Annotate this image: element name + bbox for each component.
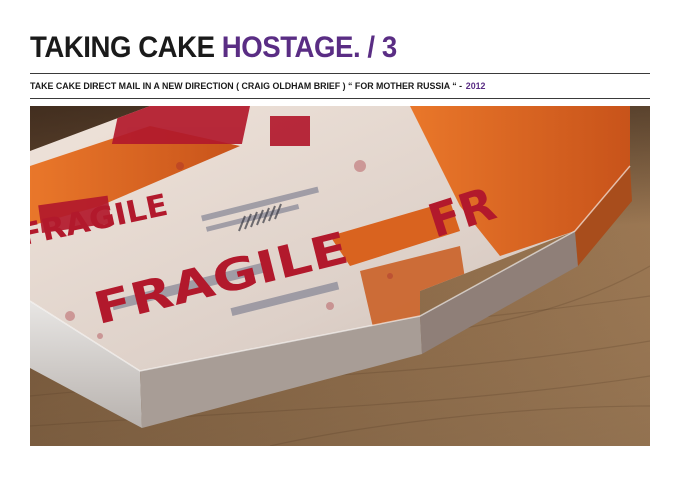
project-photo: FRAGILE FRAGILE FR (30, 106, 650, 446)
page-title: TAKING CAKE HOSTAGE. / 3 (30, 28, 397, 68)
description-text: TAKE CAKE DIRECT MAIL IN A NEW DIRECTION… (30, 81, 463, 92)
title-main: TAKING CAKE (30, 31, 215, 64)
portfolio-page: TAKING CAKE HOSTAGE. / 3 TAKE CAKE DIREC… (0, 0, 680, 481)
bottom-divider (30, 98, 650, 99)
project-description: TAKE CAKE DIRECT MAIL IN A NEW DIRECTION… (30, 79, 485, 95)
project-year: 2012 (465, 81, 486, 92)
top-divider (30, 73, 650, 74)
title-accent: HOSTAGE. / 3 (221, 31, 397, 64)
fragile-package-photo: FRAGILE FRAGILE FR (30, 106, 650, 446)
